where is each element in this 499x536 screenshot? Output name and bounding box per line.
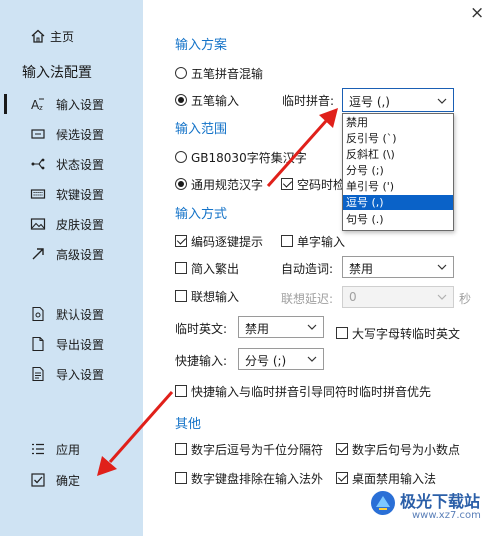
watermark-url: www.xz7.com — [412, 510, 481, 521]
watermark-logo-icon — [371, 491, 395, 515]
annotation-arrow-ok — [97, 391, 174, 476]
annotation-arrows — [97, 108, 338, 476]
annotation-arrow-dropdown — [266, 108, 338, 187]
watermark-name: 极光下载站 — [400, 492, 481, 511]
